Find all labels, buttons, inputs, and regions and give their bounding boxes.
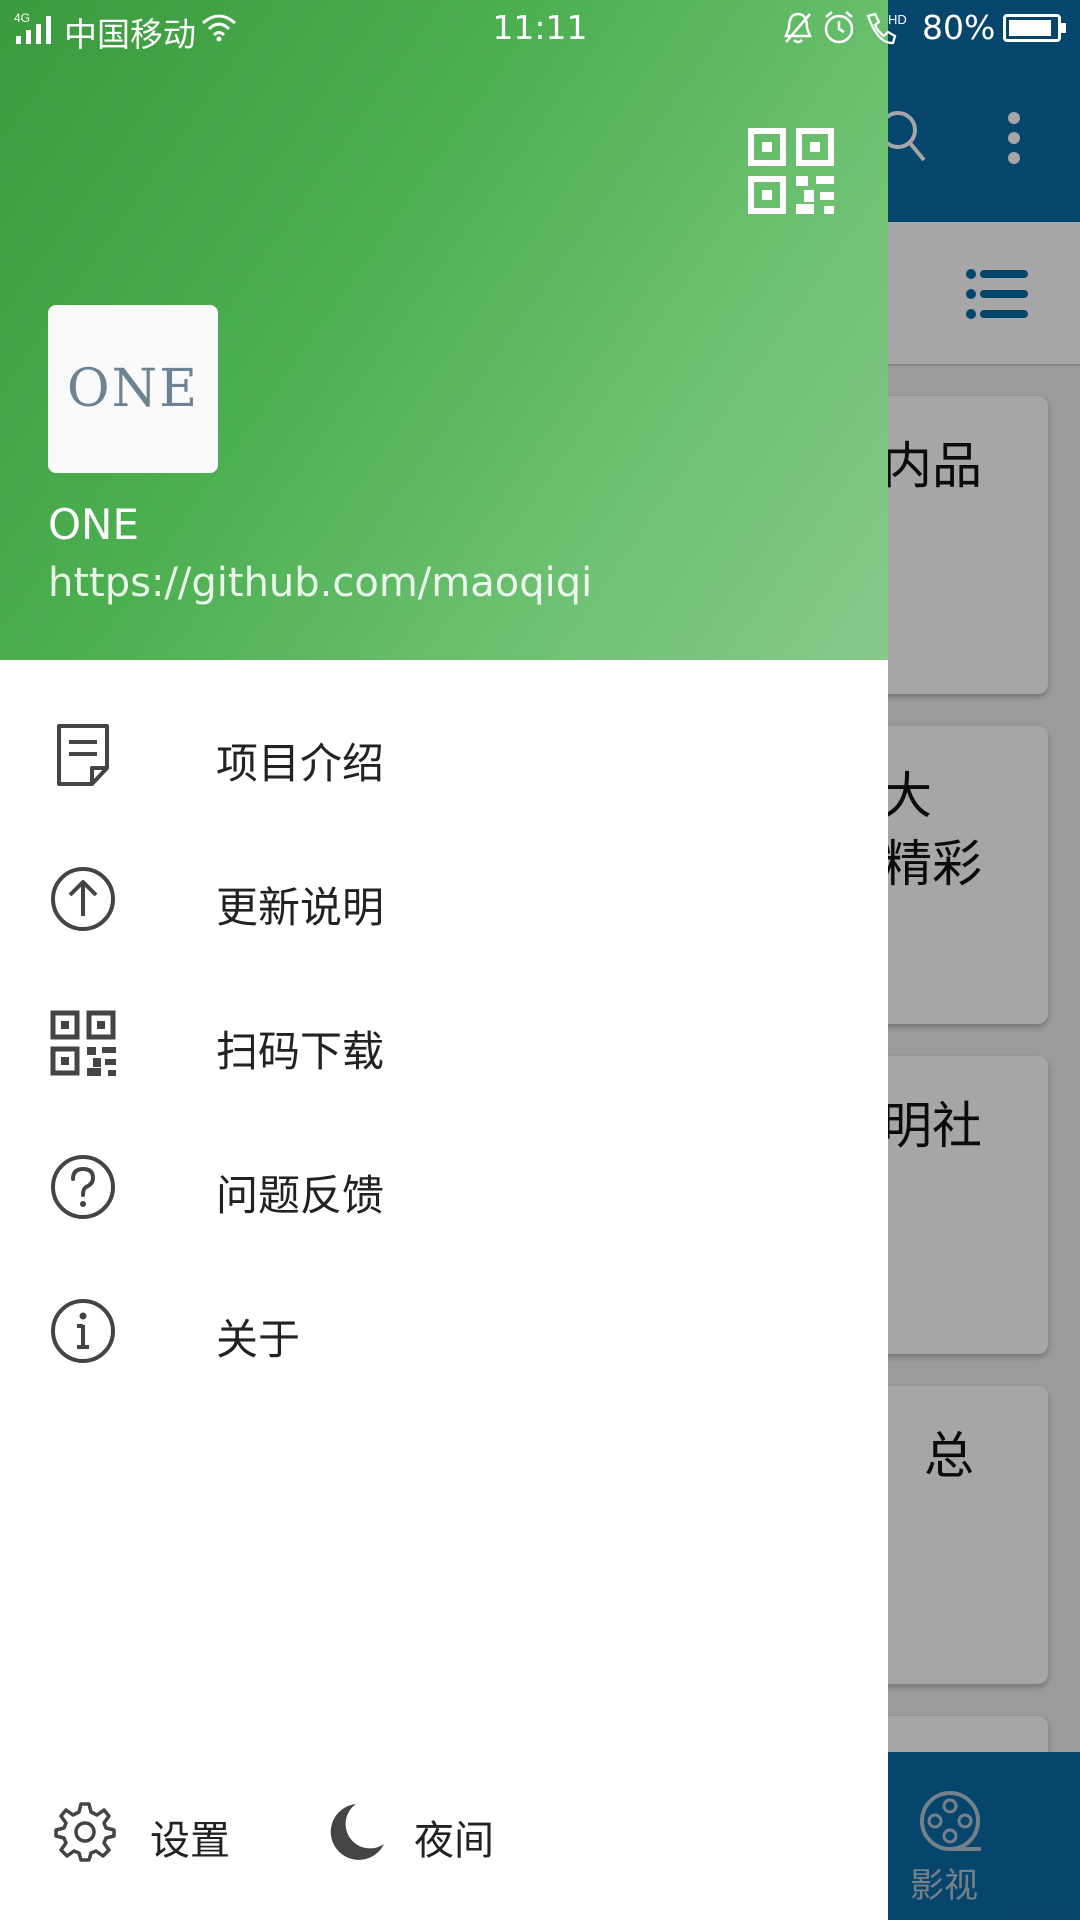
- svg-text:HD: HD: [888, 12, 907, 27]
- info-circle-icon: [51, 1299, 115, 1363]
- logo-text: ONE: [66, 359, 200, 419]
- night-mode-label: 夜间: [414, 1818, 494, 1864]
- bell-off-icon: [784, 12, 812, 44]
- drawer-header: ONE ONE https://github.com/maoqiqi: [0, 0, 888, 660]
- menu-item-label: 问题反馈: [216, 1171, 385, 1220]
- menu-item-label: 关于: [216, 1315, 301, 1364]
- settings-label: 设置: [150, 1818, 230, 1864]
- arrow-up-circle-icon: [51, 867, 115, 931]
- qr-code-icon: [50, 1010, 116, 1076]
- status-bar: 4G 中国移动 11:11 HD 80%: [0, 0, 1080, 56]
- app-url[interactable]: https://github.com/maoqiqi: [48, 560, 592, 606]
- menu-item-update-notes[interactable]: 更新说明: [0, 830, 888, 974]
- menu-item-feedback[interactable]: 问题反馈: [0, 1118, 888, 1262]
- help-circle-icon: [51, 1155, 115, 1219]
- gear-icon: [54, 1802, 116, 1862]
- document-icon: [57, 724, 109, 786]
- menu-item-project-intro[interactable]: 项目介绍: [0, 686, 888, 830]
- battery-percent: 80%: [922, 8, 996, 47]
- navigation-drawer: ONE ONE https://github.com/maoqiqi 项目介绍 …: [0, 0, 888, 1920]
- battery-icon: [1003, 14, 1066, 42]
- hd-call-icon: HD: [866, 12, 907, 45]
- menu-item-label: 更新说明: [216, 883, 385, 932]
- app-logo[interactable]: ONE: [48, 305, 218, 473]
- clock: 11:11: [492, 8, 588, 47]
- alarm-icon: [824, 11, 854, 44]
- app-name: ONE: [48, 500, 140, 549]
- menu-item-scan-download[interactable]: 扫码下载: [0, 974, 888, 1118]
- menu-item-about[interactable]: 关于: [0, 1262, 888, 1406]
- drawer-menu: 项目介绍 更新说明 扫码下载 问题反馈 关于: [0, 686, 888, 1406]
- menu-item-label: 项目介绍: [216, 739, 385, 788]
- night-mode-button[interactable]: 夜间: [326, 1790, 526, 1880]
- drawer-footer: 设置 夜间: [0, 1790, 888, 1890]
- menu-item-label: 扫码下载: [216, 1027, 385, 1076]
- settings-button[interactable]: 设置: [54, 1790, 254, 1880]
- moon-icon: [330, 1804, 384, 1860]
- qr-code-icon[interactable]: [748, 128, 834, 214]
